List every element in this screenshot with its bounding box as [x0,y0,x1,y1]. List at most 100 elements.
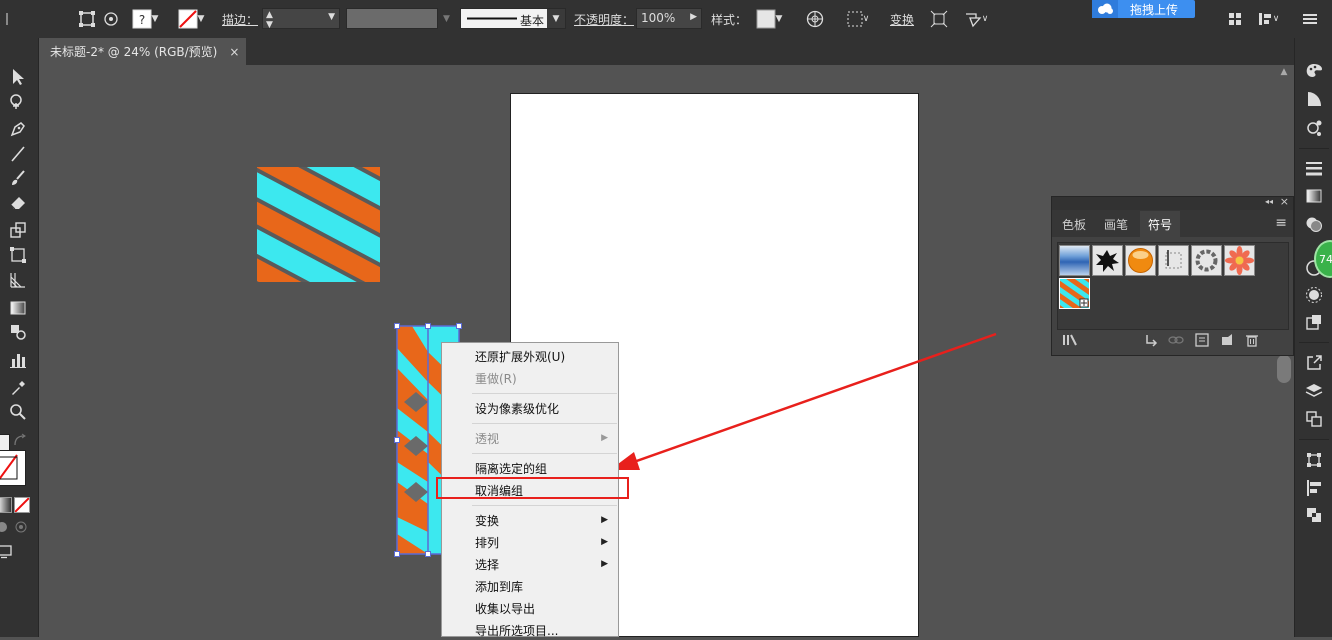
free-transform-tool-icon[interactable] [6,245,30,265]
panel-grip-icon [3,8,11,30]
column-graph-tool-icon[interactable] [6,350,30,370]
draw-behind-icon[interactable] [14,521,28,533]
symbol-flower[interactable] [1224,245,1255,276]
selection-bounds-icon[interactable] [76,8,98,30]
draw-normal-icon[interactable] [0,521,10,533]
close-icon[interactable]: × [1280,195,1289,208]
eyedropper-tool-icon[interactable] [6,378,30,398]
fill-color-picker[interactable]: ? ▼ [128,8,162,30]
stroke-weight-field[interactable]: ▲ ▼ ▼ [262,8,340,30]
menu-item-select[interactable]: 选择 [475,554,499,574]
none-mode-icon[interactable] [14,497,30,513]
symbols-icon[interactable] [1303,118,1325,138]
align-panel-icon[interactable] [1303,478,1325,498]
trash-icon[interactable] [1245,333,1259,347]
variable-width-profile[interactable] [346,8,438,29]
selection-tool-icon[interactable] [6,67,30,87]
screen-mode-icon[interactable] [0,545,14,559]
menu-item-undo-expand-appearance[interactable]: 还原扩展外观(U) [475,346,565,366]
scrollbar-thumb[interactable] [1277,355,1291,383]
menu-separator [472,423,617,424]
stroke-label: 描边： [222,13,259,27]
reference-point-icon[interactable] [101,8,121,30]
eraser-tool-icon[interactable] [6,192,30,212]
menu-item-add-to-library[interactable]: 添加到库 [475,576,523,596]
dock-collapse-icon[interactable] [1325,42,1331,48]
symbols-panel: ◂◂ × 色板 画笔 符号 ≡ [1051,195,1294,356]
scroll-up-icon[interactable]: ▲ [1276,65,1292,79]
transparency-icon[interactable] [1303,214,1325,234]
place-symbol-icon[interactable] [1144,333,1158,347]
puppet-warp-icon[interactable]: ∨ [958,8,994,30]
symbol-stripe-pattern[interactable] [1059,278,1090,309]
submenu-arrow-icon: ▶ [601,433,608,443]
grid-icon[interactable] [1227,8,1243,30]
menu-separator [472,393,617,394]
panel-menu-icon[interactable] [1300,8,1320,30]
scale-tool-icon[interactable] [6,220,30,240]
annotation-arrow [610,332,997,470]
gradient-panel-icon[interactable] [1303,186,1325,206]
close-icon[interactable]: × [229,45,239,59]
color-guide-icon[interactable] [1303,61,1325,81]
opacity-field[interactable]: 100% ▶ [636,8,702,29]
break-link-icon[interactable] [1168,333,1184,347]
pathfinder-icon[interactable] [1303,505,1325,525]
symbol-options-icon[interactable] [1195,333,1209,347]
stroke-color-picker[interactable]: ▼ [171,8,211,30]
shape-builder-tool-icon[interactable] [6,322,30,342]
pen-tool-icon[interactable] [6,119,30,139]
swap-fill-stroke-icon[interactable] [12,433,28,449]
tab-swatches[interactable]: 色板 [1056,211,1092,237]
align-options-icon[interactable]: ∨ [844,8,872,30]
export-icon[interactable] [1303,353,1325,373]
arrange-icon[interactable]: ∨ [1250,8,1286,30]
paintbrush-tool-icon[interactable] [6,168,30,188]
artboards-icon[interactable] [1303,409,1325,429]
collapse-icon[interactable]: ◂◂ [1265,197,1273,206]
stroke-swatch[interactable] [0,450,26,486]
menu-item-collect-for-export[interactable]: 收集以导出 [475,598,535,618]
symbol-ink-splat[interactable] [1092,245,1123,276]
symbol-dotted-box[interactable] [1158,245,1189,276]
magic-wand-tool-icon[interactable] [6,92,30,112]
menu-item-isolate-group[interactable]: 隔离选定的组 [475,458,547,478]
line-tool-icon[interactable] [6,144,30,164]
transform-panel-icon[interactable] [1303,450,1325,470]
document-tab[interactable]: 未标题-2* @ 24% (RGB/预览) × [38,38,246,65]
layers-icon[interactable] [1303,381,1325,401]
swatches-icon[interactable] [1303,89,1325,109]
symbol-chain-ring[interactable] [1191,245,1222,276]
perspective-grid-tool-icon[interactable] [6,270,30,290]
menu-item-perspective: 透视 [475,431,500,446]
dock-divider [1299,439,1329,440]
stripe-pattern-artwork[interactable] [257,167,380,282]
zoom-tool-icon[interactable] [6,402,30,422]
menu-item-transform[interactable]: 变换 [475,510,499,530]
transform-label[interactable]: 变换 [890,11,914,28]
menu-item-arrange[interactable]: 排列 [475,532,499,552]
gradient-tool-icon[interactable] [6,298,30,318]
image-trace-icon[interactable] [1303,312,1325,332]
symbol-libraries-icon[interactable] [1062,333,1080,347]
menu-item-export-selection[interactable]: 导出所选项目... [475,620,558,640]
new-symbol-icon[interactable] [1220,333,1234,347]
menu-item-pixel-optimize[interactable]: 设为像素级优化 [475,398,559,418]
stroke-panel-icon[interactable] [1303,158,1325,178]
chevron-down-icon: ∨ [981,14,989,24]
panel-header[interactable]: ◂◂ × [1052,195,1293,210]
tab-brushes[interactable]: 画笔 [1096,211,1136,237]
tab-symbols[interactable]: 符号 [1140,211,1180,237]
symbol-orange-button[interactable] [1125,245,1156,276]
symbol-blue-banner[interactable] [1059,245,1090,276]
brush-definition-select[interactable]: 基本 ▼ [460,8,566,29]
graphic-styles-icon[interactable] [1303,285,1325,305]
chevron-down-icon: ▼ [775,14,783,24]
isolate-icon[interactable] [928,8,950,30]
recolor-artwork-icon[interactable] [804,8,826,30]
graphic-style-picker[interactable]: ▼ [750,8,788,30]
panel-menu-icon[interactable]: ≡ [1275,215,1287,231]
upload-button[interactable]: 拖拽上传 [1092,0,1195,18]
gradient-mode-icon[interactable] [0,497,12,513]
svg-text:?: ? [138,13,144,27]
